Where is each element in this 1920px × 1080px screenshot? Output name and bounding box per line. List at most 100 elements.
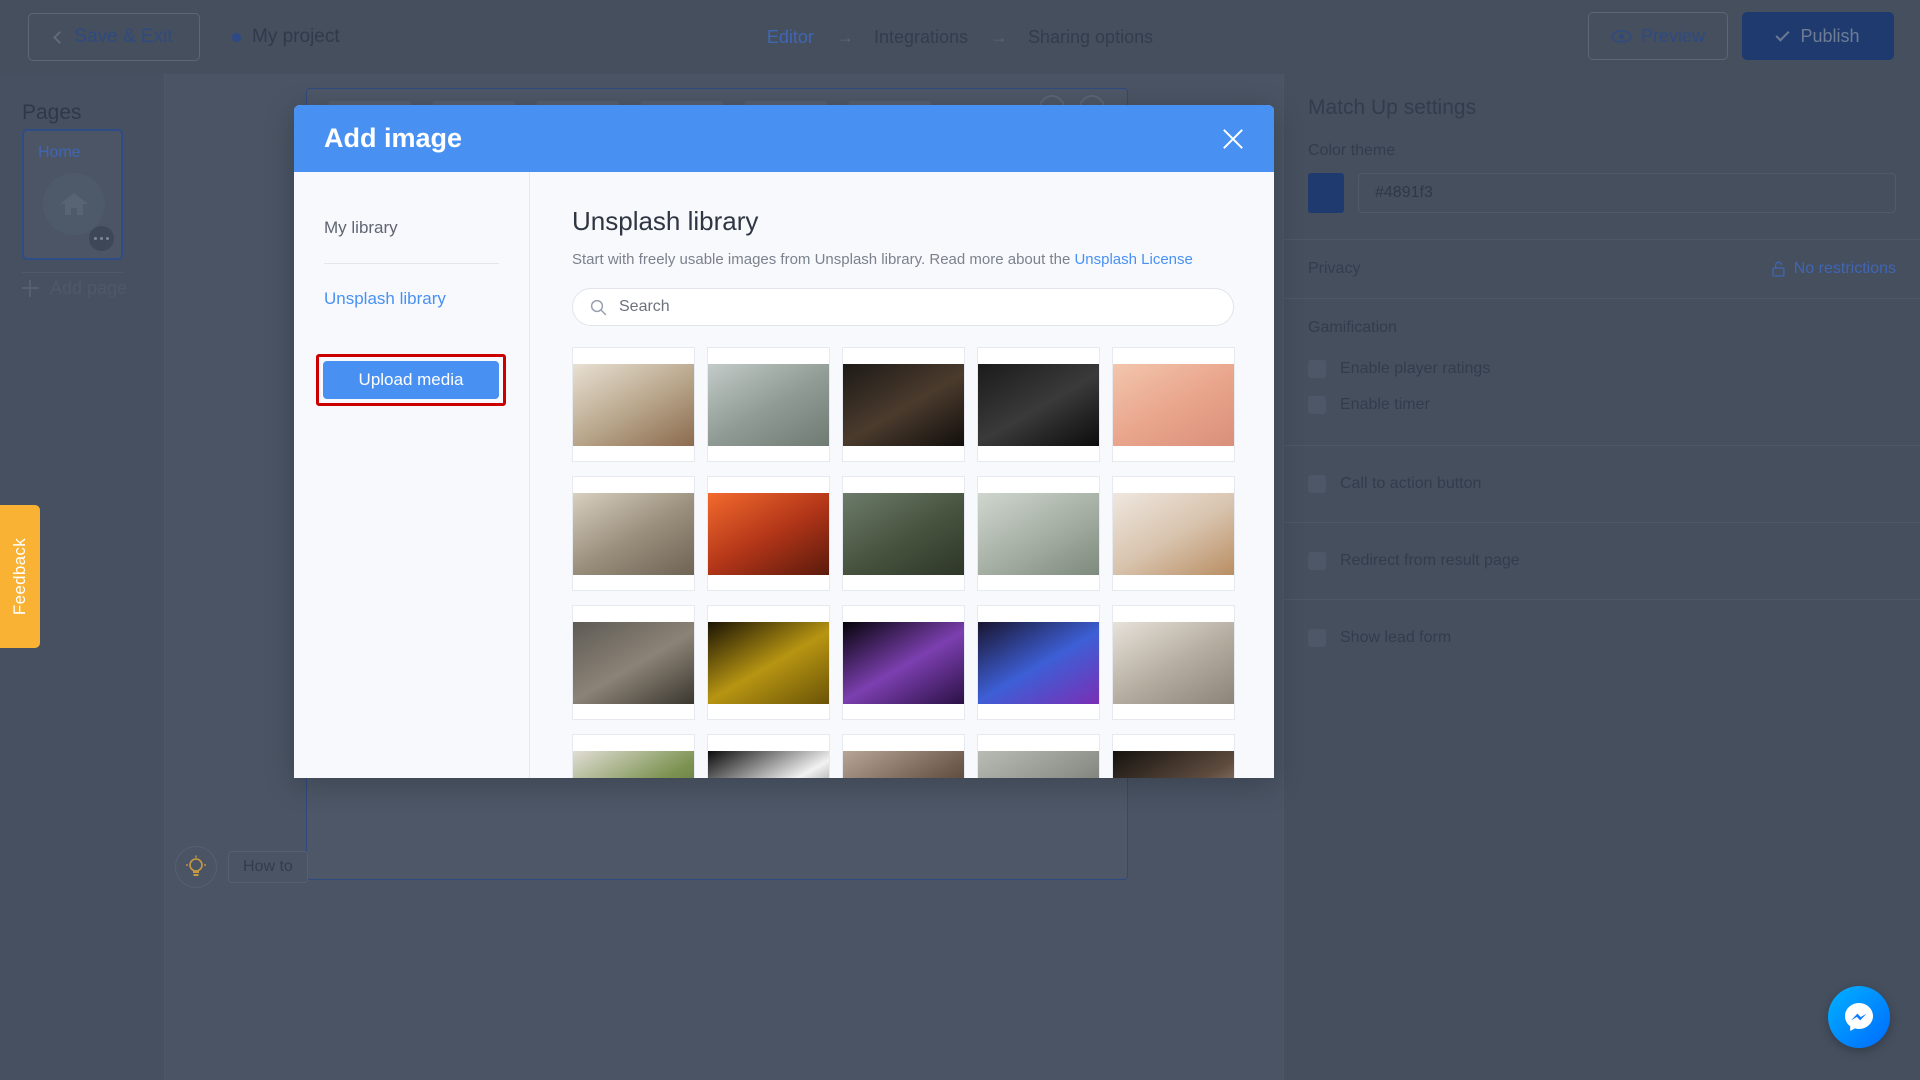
how-to-label[interactable]: How to [228, 851, 308, 883]
feedback-tab-button[interactable]: Feedback [0, 505, 40, 648]
privacy-value-group[interactable]: No restrictions [1772, 260, 1896, 278]
unsplash-description-text: Start with freely usable images from Uns… [572, 251, 1075, 268]
color-swatch[interactable] [1308, 173, 1344, 213]
image-tile-keyboard-keycaps[interactable] [1112, 605, 1235, 720]
save-and-exit-button[interactable]: Save & Exit [28, 13, 200, 61]
preview-button[interactable]: Preview [1588, 12, 1728, 60]
gamification-section: Gamification Enable player ratings Enabl… [1284, 299, 1920, 445]
redirect-result-label: Redirect from result page [1340, 552, 1520, 569]
image-tile-pastel-building-facade[interactable] [977, 476, 1100, 591]
pages-heading: Pages [22, 101, 82, 124]
breadcrumb-arrow-icon-1: → [835, 26, 854, 47]
color-theme-label: Color theme [1308, 142, 1396, 159]
image-tile-picnic-blanket-feast[interactable] [572, 605, 695, 720]
image-tile-coastal-cliff-road[interactable] [707, 347, 830, 462]
close-icon[interactable] [1220, 126, 1246, 152]
call-to-action-checkbox[interactable] [1308, 475, 1326, 493]
page-card-home[interactable]: Home [22, 129, 123, 260]
image-tile-purple-fractal-light[interactable] [842, 605, 965, 720]
breadcrumb: Editor → Integrations → Sharing options [767, 27, 1153, 48]
dot-1 [94, 237, 97, 240]
redirect-result-section: Redirect from result page [1284, 523, 1920, 599]
image-thumbnail [1113, 363, 1234, 446]
color-hex-input[interactable]: #4891f3 [1358, 173, 1896, 213]
project-name-label: My project [252, 26, 340, 47]
image-thumbnail [573, 492, 694, 575]
image-tile-black-white-minimal[interactable] [707, 734, 830, 778]
publish-label: Publish [1800, 25, 1860, 46]
privacy-section[interactable]: Privacy No restrictions [1284, 240, 1920, 298]
unsplash-library-heading: Unsplash library [572, 206, 759, 236]
image-tile-yellow-autumn-tree[interactable] [707, 605, 830, 720]
image-tile-vintage-camera[interactable] [977, 347, 1100, 462]
redirect-result-checkbox[interactable] [1308, 552, 1326, 570]
status-dot-icon [232, 32, 241, 42]
search-input[interactable]: Search [572, 288, 1234, 326]
image-thumbnail [1113, 621, 1234, 704]
image-tile-people-at-table[interactable] [572, 476, 695, 591]
lightbulb-icon [175, 846, 217, 888]
image-tile-flatlay-food-prep[interactable] [572, 347, 695, 462]
image-thumbnail [843, 621, 964, 704]
chevron-left-icon [53, 30, 67, 44]
image-tile-blue-neon-portrait[interactable] [977, 605, 1100, 720]
dot-3 [106, 237, 109, 240]
image-thumbnail [573, 750, 694, 778]
add-image-modal: Add image My library Unsplash library Up… [294, 105, 1274, 778]
enable-timer-checkbox[interactable] [1308, 396, 1326, 414]
image-tile-pancake-plate[interactable] [1112, 476, 1235, 591]
nav-divider [324, 263, 499, 264]
enable-player-ratings-label: Enable player ratings [1340, 360, 1491, 377]
page-card-label: Home [38, 144, 81, 161]
unsplash-image-grid[interactable] [572, 347, 1272, 778]
publish-button[interactable]: Publish [1742, 12, 1894, 60]
show-lead-form-row[interactable]: Show lead form [1308, 620, 1896, 656]
redirect-result-row[interactable]: Redirect from result page [1308, 543, 1896, 579]
image-thumbnail [843, 363, 964, 446]
modal-title: Add image [324, 123, 463, 153]
enable-player-ratings-checkbox[interactable] [1308, 360, 1326, 378]
add-page-button[interactable]: Add page [22, 278, 127, 299]
enable-player-ratings-row[interactable]: Enable player ratings [1308, 351, 1896, 387]
nav-item-unsplash-library[interactable]: Unsplash library [294, 284, 529, 314]
gamification-label: Gamification [1308, 319, 1397, 336]
enable-timer-row[interactable]: Enable timer [1308, 387, 1896, 423]
show-lead-form-checkbox[interactable] [1308, 629, 1326, 647]
breadcrumb-item-editor[interactable]: Editor [767, 27, 814, 48]
image-thumbnail [708, 750, 829, 778]
eye-icon [1611, 29, 1632, 43]
image-tile-orange-sphere-car[interactable] [707, 476, 830, 591]
top-header-actions: Preview Publish [1588, 12, 1894, 60]
project-name-group[interactable]: My project [232, 26, 340, 48]
modal-header: Add image [294, 105, 1274, 172]
save-and-exit-label: Save & Exit [74, 26, 173, 47]
call-to-action-row[interactable]: Call to action button [1308, 466, 1896, 502]
image-tile-green-salad-bowl[interactable] [572, 734, 695, 778]
unsplash-license-link[interactable]: Unsplash License [1074, 251, 1192, 268]
breadcrumb-item-sharing-options[interactable]: Sharing options [1028, 27, 1153, 48]
privacy-value-label: No restrictions [1793, 260, 1896, 277]
image-tile-dark-window-curtain[interactable] [842, 347, 965, 462]
image-tile-mountain-hairpin-road[interactable] [842, 476, 965, 591]
image-tile-portrait-woman-dark[interactable] [1112, 734, 1235, 778]
upload-media-highlight-box: Upload media [316, 354, 506, 406]
page-options-button[interactable] [89, 226, 114, 251]
lightbulb-glyph-icon [186, 855, 206, 876]
enable-timer-label: Enable timer [1340, 396, 1430, 413]
image-thumbnail [978, 363, 1099, 446]
image-tile-pastel-abstract-hand[interactable] [1112, 347, 1235, 462]
upload-media-button[interactable]: Upload media [323, 361, 499, 399]
messenger-icon [1845, 1003, 1873, 1031]
how-to-widget[interactable]: How to [175, 846, 308, 888]
image-thumbnail [843, 492, 964, 575]
feedback-label: Feedback [10, 537, 29, 616]
house-glyph-icon [60, 193, 88, 215]
image-tile-hands-dark-scene[interactable] [842, 734, 965, 778]
breadcrumb-item-integrations[interactable]: Integrations [874, 27, 968, 48]
image-tile-apartment-block[interactable] [977, 734, 1100, 778]
privacy-label: Privacy [1308, 260, 1361, 277]
breadcrumb-arrow-icon-2: → [990, 26, 1008, 47]
messenger-chat-button[interactable] [1828, 986, 1890, 1048]
nav-item-my-library[interactable]: My library [294, 213, 529, 243]
pages-divider [22, 272, 123, 273]
